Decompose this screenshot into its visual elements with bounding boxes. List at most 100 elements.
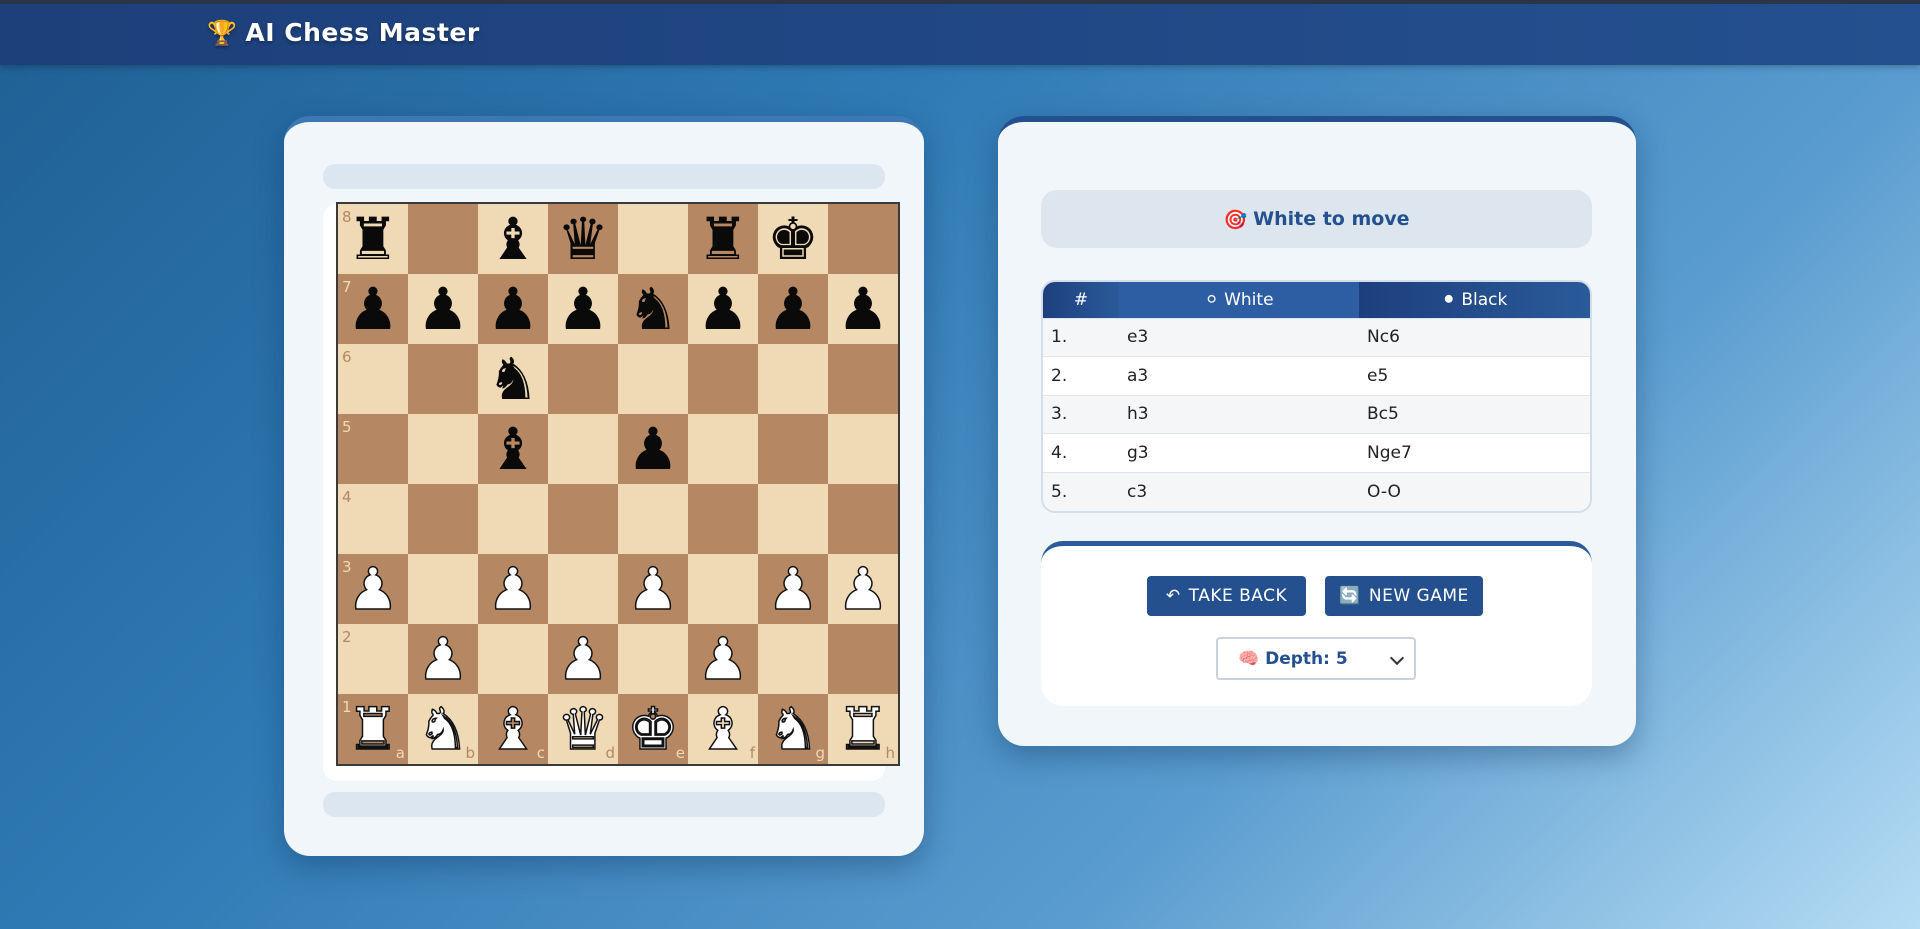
white-pawn-icon[interactable]: ♟ <box>696 629 750 689</box>
black-pawn-icon[interactable]: ♟ <box>487 280 539 338</box>
square-h8[interactable] <box>828 204 898 274</box>
square-e2[interactable] <box>618 624 688 694</box>
black-queen-icon[interactable]: ♛ <box>557 210 609 268</box>
white-knight-icon[interactable]: ♞ <box>766 699 820 759</box>
black-king-icon[interactable]: ♚ <box>767 210 819 268</box>
black-bishop-icon[interactable]: ♝ <box>487 210 539 268</box>
white-pawn-icon[interactable]: ♟ <box>836 559 890 619</box>
square-h1[interactable]: h ♜ <box>828 694 898 764</box>
black-pawn-icon[interactable]: ♟ <box>417 280 469 338</box>
square-g8[interactable]: ♚ <box>758 204 828 274</box>
white-pawn-icon[interactable]: ♟ <box>486 559 540 619</box>
black-pawn-icon[interactable]: ♟ <box>627 420 679 478</box>
square-e7[interactable]: ♞ <box>618 274 688 344</box>
white-pawn-icon[interactable]: ♟ <box>626 559 680 619</box>
square-e5[interactable]: ♟ <box>618 414 688 484</box>
black-pawn-icon[interactable]: ♟ <box>557 280 609 338</box>
square-g2[interactable] <box>758 624 828 694</box>
square-d5[interactable] <box>548 414 618 484</box>
square-g1[interactable]: g ♞ <box>758 694 828 764</box>
square-g6[interactable] <box>758 344 828 414</box>
square-g5[interactable] <box>758 414 828 484</box>
black-pawn-icon[interactable]: ♟ <box>347 280 399 338</box>
square-a7[interactable]: 7 ♟ <box>338 274 408 344</box>
chess-board[interactable]: 8 ♜ ♝ ♛ ♜ ♚ 7 ♟ ♟ ♟ ♟ ♞ ♟ ♟ ♟ 6 ♞ 5 ♝ ♟ 4 3 ♟ ♟ ♟ ♟ ♟ 2 ♟ ♟ ♟ 1 a ♜ b ♞ c ♝ d ♛… <box>336 202 900 766</box>
black-pawn-icon[interactable]: ♟ <box>837 280 889 338</box>
square-b4[interactable] <box>408 484 478 554</box>
square-f5[interactable] <box>688 414 758 484</box>
square-c8[interactable]: ♝ <box>478 204 548 274</box>
square-d1[interactable]: d ♛ <box>548 694 618 764</box>
black-rook-icon[interactable]: ♜ <box>347 210 399 268</box>
white-pawn-icon[interactable]: ♟ <box>416 629 470 689</box>
square-f8[interactable]: ♜ <box>688 204 758 274</box>
square-c3[interactable]: ♟ <box>478 554 548 624</box>
square-b8[interactable] <box>408 204 478 274</box>
square-g3[interactable]: ♟ <box>758 554 828 624</box>
square-c2[interactable] <box>478 624 548 694</box>
square-c4[interactable] <box>478 484 548 554</box>
white-rook-icon[interactable]: ♜ <box>346 699 400 759</box>
square-c1[interactable]: c ♝ <box>478 694 548 764</box>
square-h7[interactable]: ♟ <box>828 274 898 344</box>
white-pawn-icon[interactable]: ♟ <box>766 559 820 619</box>
white-bishop-icon[interactable]: ♝ <box>696 699 750 759</box>
new-game-button[interactable]: 🔄 NEW GAME <box>1325 576 1483 616</box>
depth-select[interactable]: 🧠 Depth: 5 <box>1216 637 1416 680</box>
square-f3[interactable] <box>688 554 758 624</box>
square-e1[interactable]: e ♚ <box>618 694 688 764</box>
square-a6[interactable]: 6 <box>338 344 408 414</box>
square-e6[interactable] <box>618 344 688 414</box>
white-bishop-icon[interactable]: ♝ <box>486 699 540 759</box>
square-b6[interactable] <box>408 344 478 414</box>
square-b3[interactable] <box>408 554 478 624</box>
square-a8[interactable]: 8 ♜ <box>338 204 408 274</box>
black-rook-icon[interactable]: ♜ <box>697 210 749 268</box>
square-f6[interactable] <box>688 344 758 414</box>
square-c5[interactable]: ♝ <box>478 414 548 484</box>
square-d4[interactable] <box>548 484 618 554</box>
square-e4[interactable] <box>618 484 688 554</box>
square-e3[interactable]: ♟ <box>618 554 688 624</box>
square-d2[interactable]: ♟ <box>548 624 618 694</box>
square-g4[interactable] <box>758 484 828 554</box>
black-bishop-icon[interactable]: ♝ <box>487 420 539 478</box>
white-rook-icon[interactable]: ♜ <box>836 699 890 759</box>
square-a5[interactable]: 5 <box>338 414 408 484</box>
square-f2[interactable]: ♟ <box>688 624 758 694</box>
square-c6[interactable]: ♞ <box>478 344 548 414</box>
square-a1[interactable]: 1 a ♜ <box>338 694 408 764</box>
black-pawn-icon[interactable]: ♟ <box>767 280 819 338</box>
square-h3[interactable]: ♟ <box>828 554 898 624</box>
square-d7[interactable]: ♟ <box>548 274 618 344</box>
take-back-button[interactable]: ↶ TAKE BACK <box>1147 576 1306 616</box>
white-pawn-icon[interactable]: ♟ <box>346 559 400 619</box>
square-a2[interactable]: 2 <box>338 624 408 694</box>
square-a4[interactable]: 4 <box>338 484 408 554</box>
square-f4[interactable] <box>688 484 758 554</box>
square-h2[interactable] <box>828 624 898 694</box>
black-knight-icon[interactable]: ♞ <box>487 350 539 408</box>
square-b7[interactable]: ♟ <box>408 274 478 344</box>
square-g7[interactable]: ♟ <box>758 274 828 344</box>
square-h4[interactable] <box>828 484 898 554</box>
square-d6[interactable] <box>548 344 618 414</box>
square-f1[interactable]: f ♝ <box>688 694 758 764</box>
square-a3[interactable]: 3 ♟ <box>338 554 408 624</box>
square-d8[interactable]: ♛ <box>548 204 618 274</box>
square-c7[interactable]: ♟ <box>478 274 548 344</box>
square-h6[interactable] <box>828 344 898 414</box>
square-d3[interactable] <box>548 554 618 624</box>
square-b5[interactable] <box>408 414 478 484</box>
square-b2[interactable]: ♟ <box>408 624 478 694</box>
white-king-icon[interactable]: ♚ <box>626 699 680 759</box>
square-e8[interactable] <box>618 204 688 274</box>
white-pawn-icon[interactable]: ♟ <box>556 629 610 689</box>
square-f7[interactable]: ♟ <box>688 274 758 344</box>
white-queen-icon[interactable]: ♛ <box>556 699 610 759</box>
white-knight-icon[interactable]: ♞ <box>416 699 470 759</box>
black-pawn-icon[interactable]: ♟ <box>697 280 749 338</box>
square-b1[interactable]: b ♞ <box>408 694 478 764</box>
black-knight-icon[interactable]: ♞ <box>627 280 679 338</box>
square-h5[interactable] <box>828 414 898 484</box>
